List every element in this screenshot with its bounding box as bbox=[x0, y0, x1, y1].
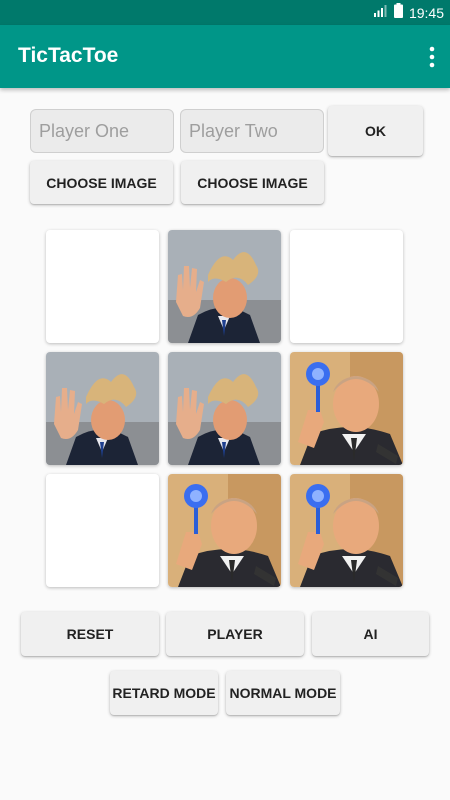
choose-image-button-player-one[interactable]: CHOOSE IMAGE bbox=[30, 161, 173, 204]
board-cell-3[interactable] bbox=[290, 230, 403, 343]
player-two-marker-image bbox=[290, 352, 403, 465]
board-cell-5[interactable] bbox=[168, 352, 281, 465]
retard-mode-button[interactable]: RETARD MODE bbox=[110, 671, 218, 715]
player-one-marker-image bbox=[46, 352, 159, 465]
board-cell-4[interactable] bbox=[46, 352, 159, 465]
board-cell-2[interactable] bbox=[168, 230, 281, 343]
player-two-input[interactable] bbox=[180, 109, 324, 153]
board-cell-1[interactable] bbox=[46, 230, 159, 343]
more-vert-icon[interactable] bbox=[428, 45, 436, 69]
player-one-marker-image bbox=[168, 230, 281, 343]
normal-mode-button[interactable]: NORMAL MODE bbox=[226, 671, 340, 715]
ai-mode-button[interactable]: AI bbox=[312, 612, 429, 656]
game-board bbox=[46, 230, 404, 588]
player-two-marker-image bbox=[168, 474, 281, 587]
ok-button[interactable]: OK bbox=[328, 106, 423, 156]
reset-button[interactable]: RESET bbox=[21, 612, 159, 656]
status-icons: 19:45 bbox=[373, 3, 444, 23]
player-mode-button[interactable]: PLAYER bbox=[166, 612, 304, 656]
board-cell-9[interactable] bbox=[290, 474, 403, 587]
app-bar: TicTacToe bbox=[0, 25, 450, 88]
status-time: 19:45 bbox=[408, 5, 444, 21]
battery-icon bbox=[393, 3, 403, 23]
signal-icon bbox=[373, 4, 388, 22]
board-cell-7[interactable] bbox=[46, 474, 159, 587]
app-title: TicTacToe bbox=[18, 44, 119, 67]
choose-image-button-player-two[interactable]: CHOOSE IMAGE bbox=[181, 161, 324, 204]
player-one-input[interactable] bbox=[30, 109, 174, 153]
player-one-marker-image bbox=[168, 352, 281, 465]
board-cell-6[interactable] bbox=[290, 352, 403, 465]
board-cell-8[interactable] bbox=[168, 474, 281, 587]
player-two-marker-image bbox=[290, 474, 403, 587]
status-bar: 19:45 bbox=[0, 0, 450, 25]
